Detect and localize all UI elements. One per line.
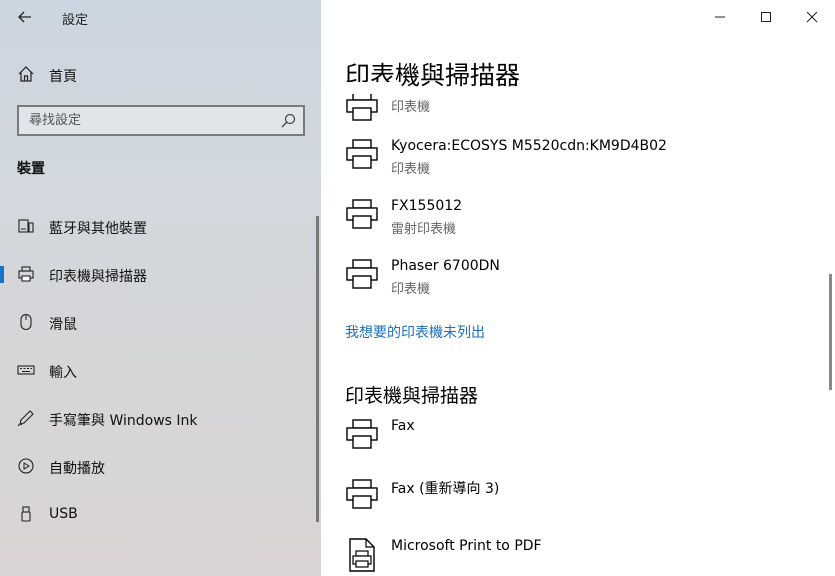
printer-item[interactable]: Kyocera:ECOSYS M5520cdn:KM9D4B02 印表機 — [345, 138, 805, 198]
printer-item[interactable]: 印表機 — [345, 78, 805, 138]
printer-item[interactable]: FX155012 雷射印表機 — [345, 198, 805, 258]
keyboard-icon — [17, 365, 35, 375]
search-input[interactable] — [19, 107, 303, 134]
printer-item[interactable]: Fax — [345, 418, 805, 478]
printer-item[interactable]: Phaser 6700DN 印表機 — [345, 258, 805, 318]
sidebar-item-mouse[interactable]: 滑鼠 — [0, 302, 321, 342]
printer-name: Fax (重新導向 3) — [391, 481, 500, 497]
main-content: 印表機與掃描器 印表機 Kyocera:ECOSYS M5520cdn:KM9D… — [321, 0, 835, 576]
printer-icon — [346, 419, 378, 449]
sidebar-item-printers[interactable]: 印表機與掃描器 — [0, 254, 321, 294]
sidebar-scrollbar[interactable] — [316, 216, 319, 522]
search-box[interactable] — [17, 105, 305, 136]
sidebar: 設定 首頁 裝置 藍牙與其他裝置 印表機與掃描器 — [0, 0, 321, 576]
home-nav-item[interactable]: 首頁 — [0, 58, 321, 90]
back-button[interactable] — [13, 6, 37, 28]
sidebar-item-label: 印表機與掃描器 — [49, 269, 147, 285]
back-arrow-icon — [18, 11, 31, 23]
printer-icon — [346, 199, 378, 229]
pdf-printer-icon — [349, 538, 375, 572]
printer-status: 雷射印表機 — [391, 222, 457, 237]
usb-icon — [21, 506, 31, 522]
app-title: 設定 — [62, 13, 89, 28]
close-button[interactable] — [789, 0, 835, 34]
printer-item[interactable]: Fax (重新導向 3) — [345, 478, 805, 538]
printer-icon — [346, 259, 378, 289]
sidebar-item-label: 輸入 — [49, 365, 77, 381]
printer-name: Phaser 6700DN — [391, 258, 500, 274]
printer-status: 印表機 — [391, 282, 431, 297]
printer-name: Microsoft Print to PDF — [391, 538, 542, 554]
sidebar-item-label: 自動播放 — [49, 461, 105, 477]
bluetooth-devices-icon — [18, 219, 34, 233]
printer-name: Fax — [391, 418, 415, 434]
close-icon — [806, 11, 818, 23]
sidebar-item-label: 藍牙與其他裝置 — [49, 221, 147, 237]
printer-item[interactable]: Microsoft Print to PDF — [345, 538, 805, 576]
section-label-devices: 裝置 — [17, 161, 45, 177]
minimize-icon — [715, 16, 725, 18]
autoplay-icon — [18, 458, 34, 474]
sidebar-item-autoplay[interactable]: 自動播放 — [0, 446, 321, 486]
title-bar: 設定 — [0, 0, 321, 34]
pen-icon — [17, 410, 34, 427]
main-scrollbar[interactable] — [829, 274, 832, 390]
search-icon[interactable] — [280, 113, 296, 129]
section-title-printers: 印表機與掃描器 — [345, 385, 479, 407]
printer-name: Kyocera:ECOSYS M5520cdn:KM9D4B02 — [391, 138, 667, 154]
sidebar-item-label: 手寫筆與 Windows Ink — [49, 413, 198, 429]
printer-icon — [346, 91, 378, 121]
sidebar-item-label: 滑鼠 — [49, 317, 77, 333]
home-icon — [18, 66, 34, 82]
sidebar-item-label: USB — [49, 506, 78, 522]
mouse-icon — [20, 313, 32, 331]
scroll-mask — [341, 82, 401, 94]
sidebar-item-typing[interactable]: 輸入 — [0, 350, 321, 390]
printer-status: 印表機 — [391, 100, 431, 115]
maximize-button[interactable] — [743, 0, 789, 34]
printer-name: FX155012 — [391, 198, 463, 214]
maximize-icon — [761, 12, 771, 22]
printer-icon — [346, 479, 378, 509]
sidebar-item-pen[interactable]: 手寫筆與 Windows Ink — [0, 398, 321, 438]
printer-icon — [346, 139, 378, 169]
sidebar-item-usb[interactable]: USB — [0, 494, 321, 534]
printer-not-listed-link[interactable]: 我想要的印表機未列出 — [345, 322, 485, 342]
sidebar-item-bluetooth[interactable]: 藍牙與其他裝置 — [0, 206, 321, 246]
printer-status: 印表機 — [391, 162, 431, 177]
window-controls — [697, 0, 835, 34]
printer-icon — [18, 266, 34, 282]
minimize-button[interactable] — [697, 0, 743, 34]
home-label: 首頁 — [49, 69, 77, 85]
